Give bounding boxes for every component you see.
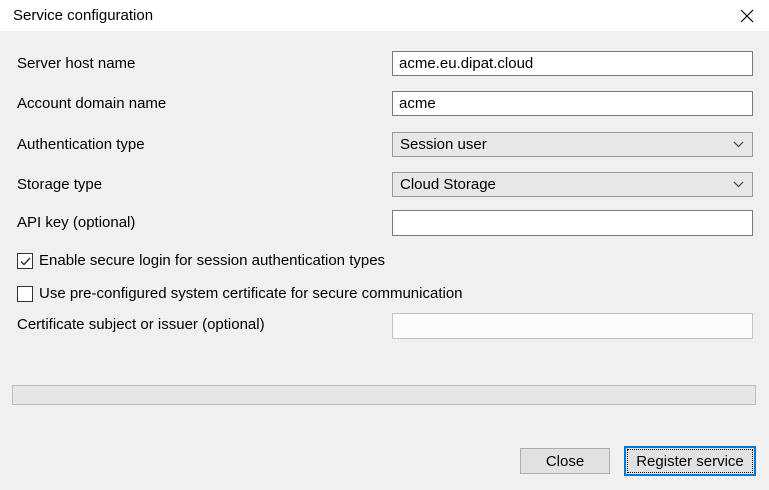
server-host-name-label: Server host name	[17, 55, 135, 73]
system-certificate-checkbox[interactable]	[17, 286, 33, 302]
progress-bar	[12, 385, 756, 405]
storage-type-select[interactable]: Cloud Storage	[392, 172, 753, 197]
storage-type-value: Cloud Storage	[400, 176, 496, 193]
account-domain-name-input[interactable]	[392, 91, 753, 116]
chevron-down-icon	[733, 181, 744, 188]
secure-login-checkbox-row: Enable secure login for session authenti…	[17, 252, 385, 270]
secure-login-checkbox[interactable]	[17, 253, 33, 269]
certificate-subject-label: Certificate subject or issuer (optional)	[17, 316, 265, 334]
close-button[interactable]: Close	[520, 448, 610, 474]
storage-type-label: Storage type	[17, 176, 102, 194]
authentication-type-select[interactable]: Session user	[392, 132, 753, 157]
api-key-label: API key (optional)	[17, 214, 135, 232]
dialog-title: Service configuration	[13, 7, 153, 24]
service-configuration-dialog: Service configuration Server host name A…	[0, 0, 769, 490]
system-certificate-checkbox-label: Use pre-configured system certificate fo…	[39, 285, 463, 303]
authentication-type-value: Session user	[400, 136, 487, 153]
account-domain-name-label: Account domain name	[17, 95, 166, 113]
authentication-type-label: Authentication type	[17, 136, 145, 154]
api-key-input[interactable]	[392, 210, 753, 236]
chevron-down-icon	[733, 141, 744, 148]
secure-login-checkbox-label: Enable secure login for session authenti…	[39, 252, 385, 270]
system-certificate-checkbox-row: Use pre-configured system certificate fo…	[17, 285, 463, 303]
close-icon[interactable]	[724, 0, 769, 31]
titlebar: Service configuration	[0, 0, 769, 31]
register-service-button[interactable]: Register service	[624, 446, 756, 476]
check-icon	[20, 257, 31, 266]
server-host-name-input[interactable]	[392, 51, 753, 76]
certificate-subject-input	[392, 313, 753, 339]
